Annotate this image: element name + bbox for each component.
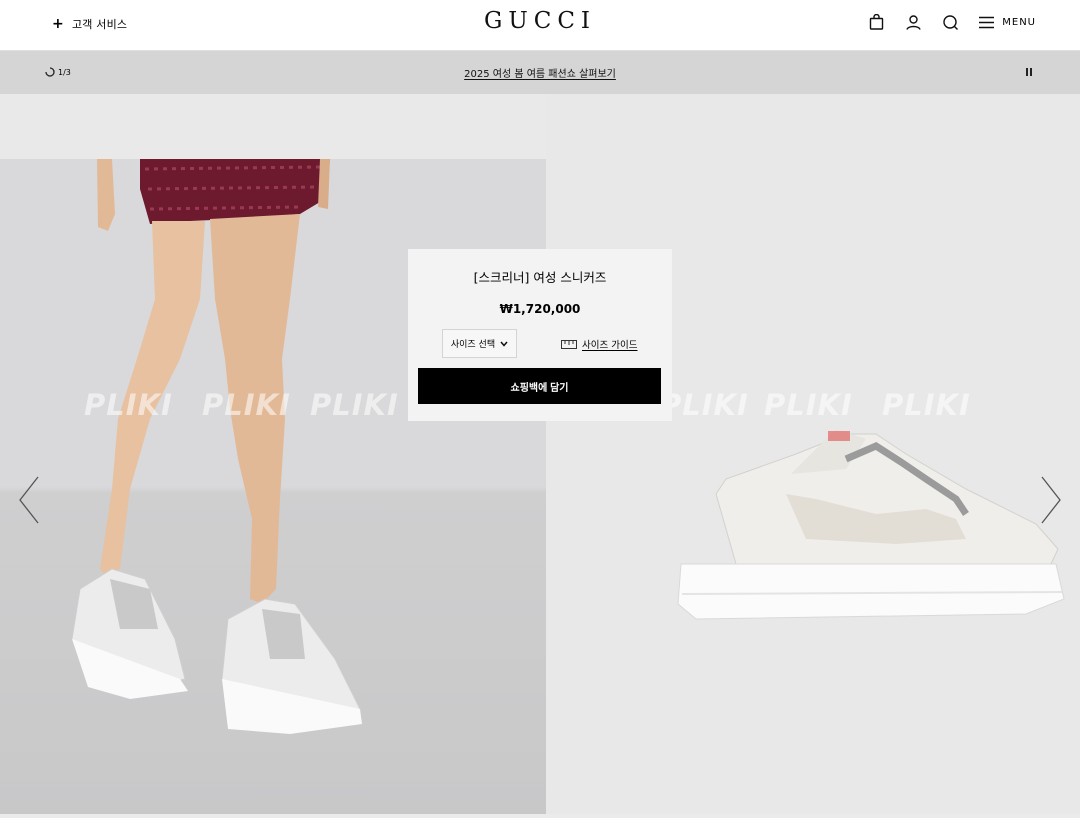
product-card: [스크리너] 여성 스니커즈 ₩1,720,000 사이즈 선택 사이즈 가이드… [408, 249, 672, 421]
announcement-bar: 1/3 2025 여성 봄 여름 패션쇼 살펴보기 [0, 51, 1080, 94]
menu-button[interactable]: MENU [979, 16, 1036, 29]
size-select-label: 사이즈 선택 [450, 340, 496, 350]
product-image [546, 94, 1080, 814]
pause-icon[interactable] [1026, 68, 1032, 76]
user-icon[interactable] [905, 14, 922, 31]
size-guide-link[interactable]: 사이즈 가이드 [561, 337, 637, 351]
size-guide-label: 사이즈 가이드 [582, 340, 638, 351]
chevron-right-icon[interactable] [1040, 476, 1062, 524]
hero-banner [0, 94, 1080, 814]
chevron-down-icon [500, 341, 508, 347]
size-select-dropdown[interactable]: 사이즈 선택 [442, 329, 517, 358]
fashion-show-link[interactable]: 2025 여성 봄 여름 패션쇼 살펴보기 [464, 69, 616, 80]
product-price: ₩1,720,000 [499, 302, 581, 316]
header-actions: MENU [868, 13, 1036, 31]
chevron-left-icon[interactable] [18, 476, 40, 524]
product-title[interactable]: [스크리너] 여성 스니커즈 [408, 267, 672, 286]
menu-label: MENU [1002, 17, 1036, 28]
ruler-icon [561, 339, 577, 349]
search-icon[interactable] [942, 14, 959, 31]
hamburger-menu-icon [979, 16, 995, 29]
site-header: + 고객 서비스 GUCCI MENU [0, 0, 1080, 51]
announcement-link-wrap: 2025 여성 봄 여름 패션쇼 살펴보기 [0, 65, 1080, 80]
shopping-bag-icon[interactable] [868, 13, 885, 31]
add-to-bag-button[interactable]: 쇼핑백에 담기 [418, 368, 661, 404]
